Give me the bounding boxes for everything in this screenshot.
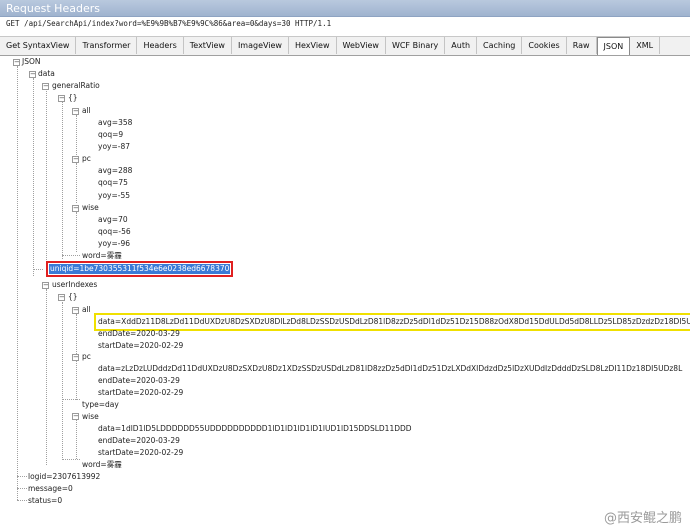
tree-line (17, 476, 27, 477)
collapse-toggle-icon[interactable]: − (29, 71, 36, 78)
tree-node-ui-all[interactable]: all (82, 305, 91, 315)
tree-node-ui-wise[interactable]: wise (82, 412, 99, 422)
tree-node-ui-pc[interactable]: pc (82, 352, 91, 362)
tab-get-syntaxview[interactable]: Get SyntaxView (0, 37, 77, 54)
tree-line (33, 269, 43, 270)
request-headers-title: Request Headers (0, 0, 690, 17)
tree-line (76, 163, 77, 203)
tree-node-json[interactable]: JSON (22, 57, 41, 67)
collapse-toggle-icon[interactable]: − (72, 108, 79, 115)
tree-leaf-ui-wise-start-date[interactable]: startDate=2020-02-29 (98, 448, 183, 458)
collapse-toggle-icon[interactable]: − (13, 59, 20, 66)
tree-leaf-pc-yoy[interactable]: yoy=-55 (98, 191, 130, 201)
tree-leaf-ui-pc-end-date[interactable]: endDate=2020-03-29 (98, 376, 180, 386)
tree-node-object[interactable]: {} (68, 292, 78, 302)
tree-line (17, 500, 27, 501)
tab-webview[interactable]: WebView (337, 37, 386, 54)
tree-line (62, 101, 63, 259)
tree-leaf-wise-avg[interactable]: avg=70 (98, 215, 128, 225)
tree-leaf-ui-pc-data[interactable]: data=zLzDzLUDddzDd11DdUXDzU8DzSXDzU8Dz1X… (98, 364, 682, 374)
tree-line (76, 115, 77, 155)
tree-leaf-ui-word[interactable]: word=雾霾 (82, 460, 122, 470)
tree-line (17, 66, 18, 500)
inspector-tab-bar: Get SyntaxView Transformer Headers TextV… (0, 36, 690, 56)
collapse-toggle-icon[interactable]: − (72, 413, 79, 420)
tree-leaf-logid[interactable]: logid=2307613992 (28, 472, 100, 482)
tab-cookies[interactable]: Cookies (522, 37, 567, 54)
tree-line (62, 399, 80, 400)
collapse-toggle-icon[interactable]: − (42, 282, 49, 289)
tree-leaf-message[interactable]: message=0 (28, 484, 73, 494)
tree-node-wise[interactable]: wise (82, 203, 99, 213)
tab-auth[interactable]: Auth (445, 37, 478, 54)
tree-node-all[interactable]: all (82, 106, 91, 116)
tree-line (33, 78, 34, 276)
tree-line (46, 91, 47, 264)
collapse-toggle-icon[interactable]: − (72, 156, 79, 163)
tree-line (76, 420, 77, 459)
tree-leaf-all-yoy[interactable]: yoy=-87 (98, 142, 130, 152)
tree-leaf-status[interactable]: status=0 (28, 496, 62, 506)
collapse-toggle-icon[interactable]: − (72, 205, 79, 212)
tree-line (46, 289, 47, 465)
request-line: GET /api/SearchApi/index?word=%E9%9B%B7%… (6, 19, 332, 28)
tree-leaf-wise-yoy[interactable]: yoy=-96 (98, 239, 130, 249)
tree-node-pc[interactable]: pc (82, 154, 91, 164)
tree-leaf-ui-all-data-highlighted[interactable]: data=XddDz11D8LzDd11DdUXDzU8DzSXDzU8DlLz… (93, 313, 690, 331)
tab-headers[interactable]: Headers (137, 37, 184, 54)
tree-line (62, 459, 80, 460)
collapse-toggle-icon[interactable]: − (72, 307, 79, 314)
watermark: @西安鲲之鹏 (603, 511, 682, 526)
collapse-toggle-icon[interactable]: − (42, 83, 49, 90)
tree-leaf-uniqid-selected[interactable]: uniqid=1be730355311f534e6e0238ed6678370 (45, 261, 234, 277)
tab-raw[interactable]: Raw (567, 37, 597, 54)
tree-line (76, 212, 77, 252)
tab-textview[interactable]: TextView (184, 37, 232, 54)
tree-leaf-ui-pc-start-date[interactable]: startDate=2020-02-29 (98, 388, 183, 398)
tab-imageview[interactable]: ImageView (232, 37, 289, 54)
tree-leaf-pc-avg[interactable]: avg=288 (98, 166, 132, 176)
json-tree-view[interactable]: − − − − − − − − − − − − JSON data genera… (0, 56, 690, 532)
tree-leaf-all-avg[interactable]: avg=358 (98, 118, 132, 128)
tree-line (62, 255, 80, 256)
tree-node-object[interactable]: {} (68, 93, 78, 103)
collapse-toggle-icon[interactable]: − (58, 95, 65, 102)
tree-leaf-ui-type[interactable]: type=day (82, 400, 119, 410)
collapse-toggle-icon[interactable]: − (72, 354, 79, 361)
tab-xml[interactable]: XML (630, 37, 661, 54)
tree-leaf-word[interactable]: word=雾霾 (82, 251, 122, 261)
tree-node-user-indexes[interactable]: userIndexes (52, 280, 97, 290)
tree-leaf-all-qoq[interactable]: qoq=9 (98, 130, 123, 140)
tree-leaf-ui-wise-data[interactable]: data=1dlD1lD5LDDDDDD55UDDDDDDDDDD1lD1lD1… (98, 424, 412, 434)
tree-leaf-wise-qoq[interactable]: qoq=-56 (98, 227, 131, 237)
tab-caching[interactable]: Caching (477, 37, 523, 54)
tree-line (62, 302, 63, 460)
tab-wcf-binary[interactable]: WCF Binary (386, 37, 446, 54)
tree-leaf-ui-all-end-date[interactable]: endDate=2020-03-29 (98, 329, 180, 339)
tab-transformer[interactable]: Transformer (76, 37, 138, 54)
collapse-toggle-icon[interactable]: − (58, 294, 65, 301)
tree-leaf-pc-qoq[interactable]: qoq=75 (98, 178, 128, 188)
tree-node-general-ratio[interactable]: generalRatio (52, 81, 100, 91)
tree-node-data[interactable]: data (38, 69, 55, 79)
tree-line (76, 361, 77, 400)
tab-hexview[interactable]: HexView (289, 37, 337, 54)
tab-json[interactable]: JSON (596, 37, 631, 55)
tree-line (76, 314, 77, 354)
tree-line (17, 488, 27, 489)
tree-leaf-ui-wise-end-date[interactable]: endDate=2020-03-29 (98, 436, 180, 446)
tree-leaf-ui-all-start-date[interactable]: startDate=2020-02-29 (98, 341, 183, 351)
